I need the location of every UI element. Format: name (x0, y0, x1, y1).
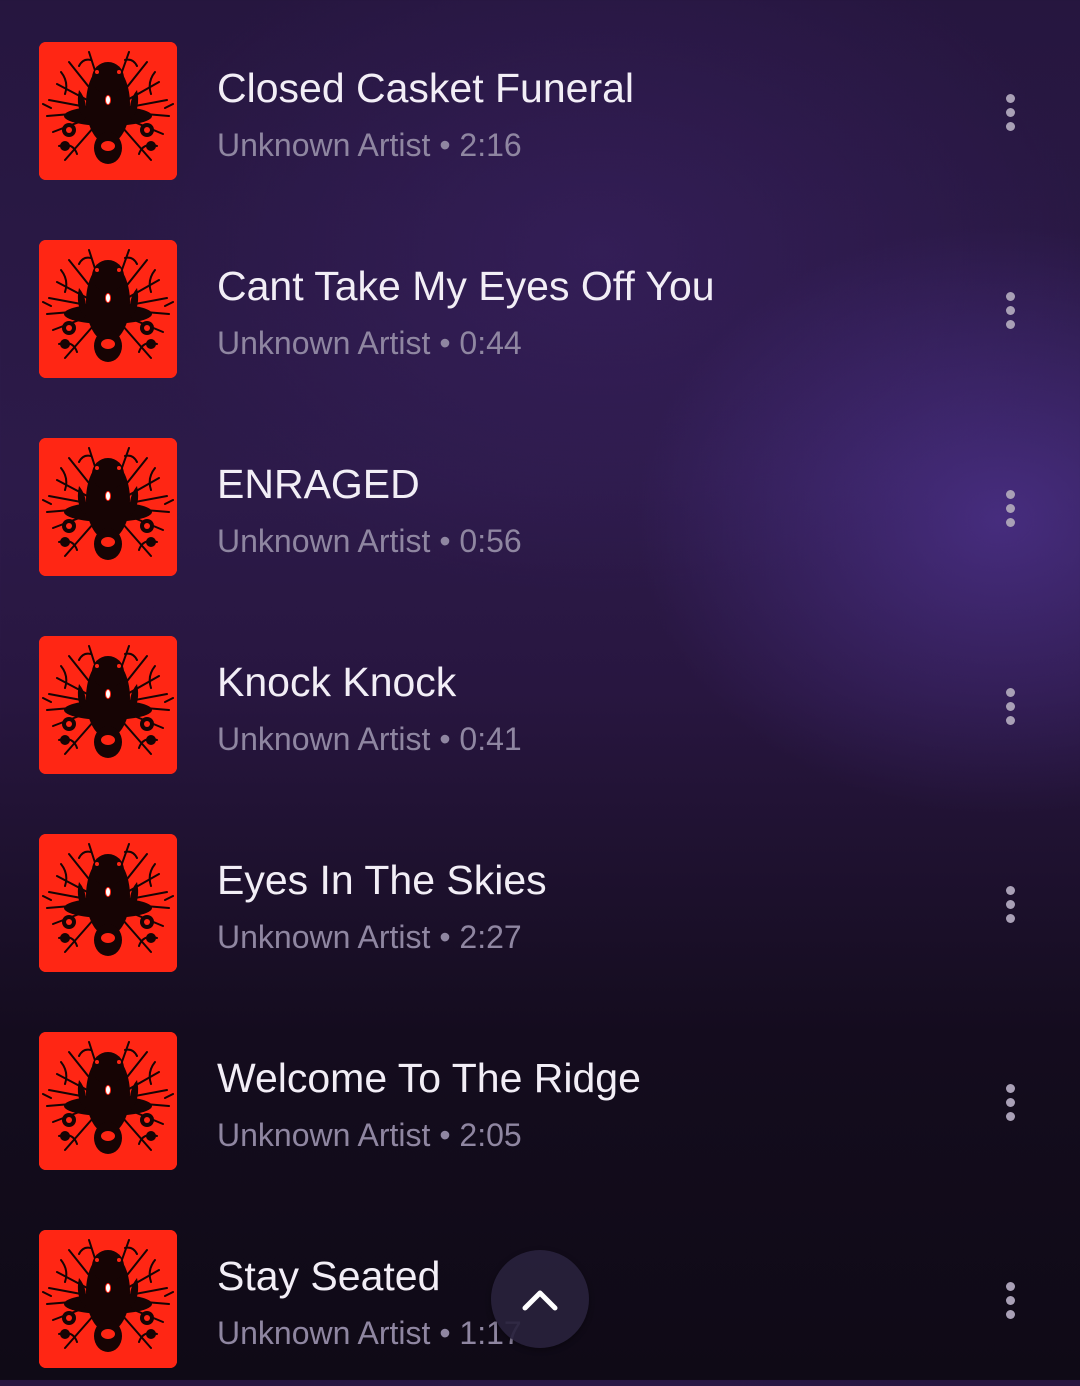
more-options-button[interactable] (990, 482, 1030, 534)
more-options-button[interactable] (990, 86, 1030, 138)
meta-separator: • (439, 919, 451, 955)
meta-separator: • (439, 721, 451, 757)
track-duration: 0:56 (459, 523, 522, 559)
track-row[interactable]: Eyes In The Skies Unknown Artist • 2:27 (0, 792, 1080, 990)
track-row[interactable]: Knock Knock Unknown Artist • 0:41 (0, 594, 1080, 792)
album-art (39, 438, 177, 576)
track-meta: Unknown Artist • 0:41 (217, 720, 522, 758)
track-artist: Unknown Artist (217, 721, 431, 757)
track-duration: 2:05 (459, 1117, 522, 1153)
meta-separator: • (439, 523, 451, 559)
more-vertical-icon (1005, 885, 1015, 895)
more-options-button[interactable] (990, 284, 1030, 336)
track-artist: Unknown Artist (217, 325, 431, 361)
track-row[interactable]: ENRAGED Unknown Artist • 0:56 (0, 396, 1080, 594)
track-row[interactable]: Cant Take My Eyes Off You Unknown Artist… (0, 198, 1080, 396)
track-list: Closed Casket Funeral Unknown Artist • 2… (0, 0, 1080, 1380)
track-title: Welcome To The Ridge (217, 1055, 641, 1101)
meta-separator: • (439, 1117, 451, 1153)
track-duration: 2:27 (459, 919, 522, 955)
track-title: Closed Casket Funeral (217, 65, 635, 111)
track-artist: Unknown Artist (217, 919, 431, 955)
track-title: Knock Knock (217, 659, 457, 705)
track-duration: 0:41 (459, 721, 522, 757)
more-vertical-icon (1005, 1083, 1015, 1093)
meta-separator: • (439, 127, 451, 163)
track-title: Eyes In The Skies (217, 857, 547, 903)
track-meta: Unknown Artist • 1:17 (217, 1314, 522, 1352)
track-meta: Unknown Artist • 2:05 (217, 1116, 522, 1154)
track-meta: Unknown Artist • 2:27 (217, 918, 522, 956)
track-title: ENRAGED (217, 461, 420, 507)
track-row[interactable]: Welcome To The Ridge Unknown Artist • 2:… (0, 990, 1080, 1188)
album-art (39, 42, 177, 180)
more-options-button[interactable] (990, 1076, 1030, 1128)
track-title: Stay Seated (217, 1253, 441, 1299)
more-vertical-icon (1005, 291, 1015, 301)
track-meta: Unknown Artist • 0:56 (217, 522, 522, 560)
more-options-button[interactable] (990, 680, 1030, 732)
more-vertical-icon (1005, 93, 1015, 103)
track-row[interactable]: Closed Casket Funeral Unknown Artist • 2… (0, 0, 1080, 198)
track-artist: Unknown Artist (217, 1315, 431, 1351)
more-vertical-icon (1005, 687, 1015, 697)
more-vertical-icon (1005, 489, 1015, 499)
track-duration: 0:44 (459, 325, 522, 361)
more-options-button[interactable] (990, 878, 1030, 930)
track-meta: Unknown Artist • 0:44 (217, 324, 522, 362)
meta-separator: • (439, 1315, 451, 1351)
more-vertical-icon (1005, 1281, 1015, 1291)
album-art (39, 636, 177, 774)
track-artist: Unknown Artist (217, 127, 431, 163)
track-artist: Unknown Artist (217, 523, 431, 559)
track-artist: Unknown Artist (217, 1117, 431, 1153)
chevron-up-icon (522, 1290, 558, 1311)
track-meta: Unknown Artist • 2:16 (217, 126, 522, 164)
more-options-button[interactable] (990, 1274, 1030, 1326)
scroll-to-top-button[interactable] (491, 1250, 589, 1348)
meta-separator: • (439, 325, 451, 361)
track-title: Cant Take My Eyes Off You (217, 263, 715, 309)
album-art (39, 1230, 177, 1368)
album-art (39, 1032, 177, 1170)
album-art (39, 240, 177, 378)
track-duration: 2:16 (459, 127, 522, 163)
album-art (39, 834, 177, 972)
